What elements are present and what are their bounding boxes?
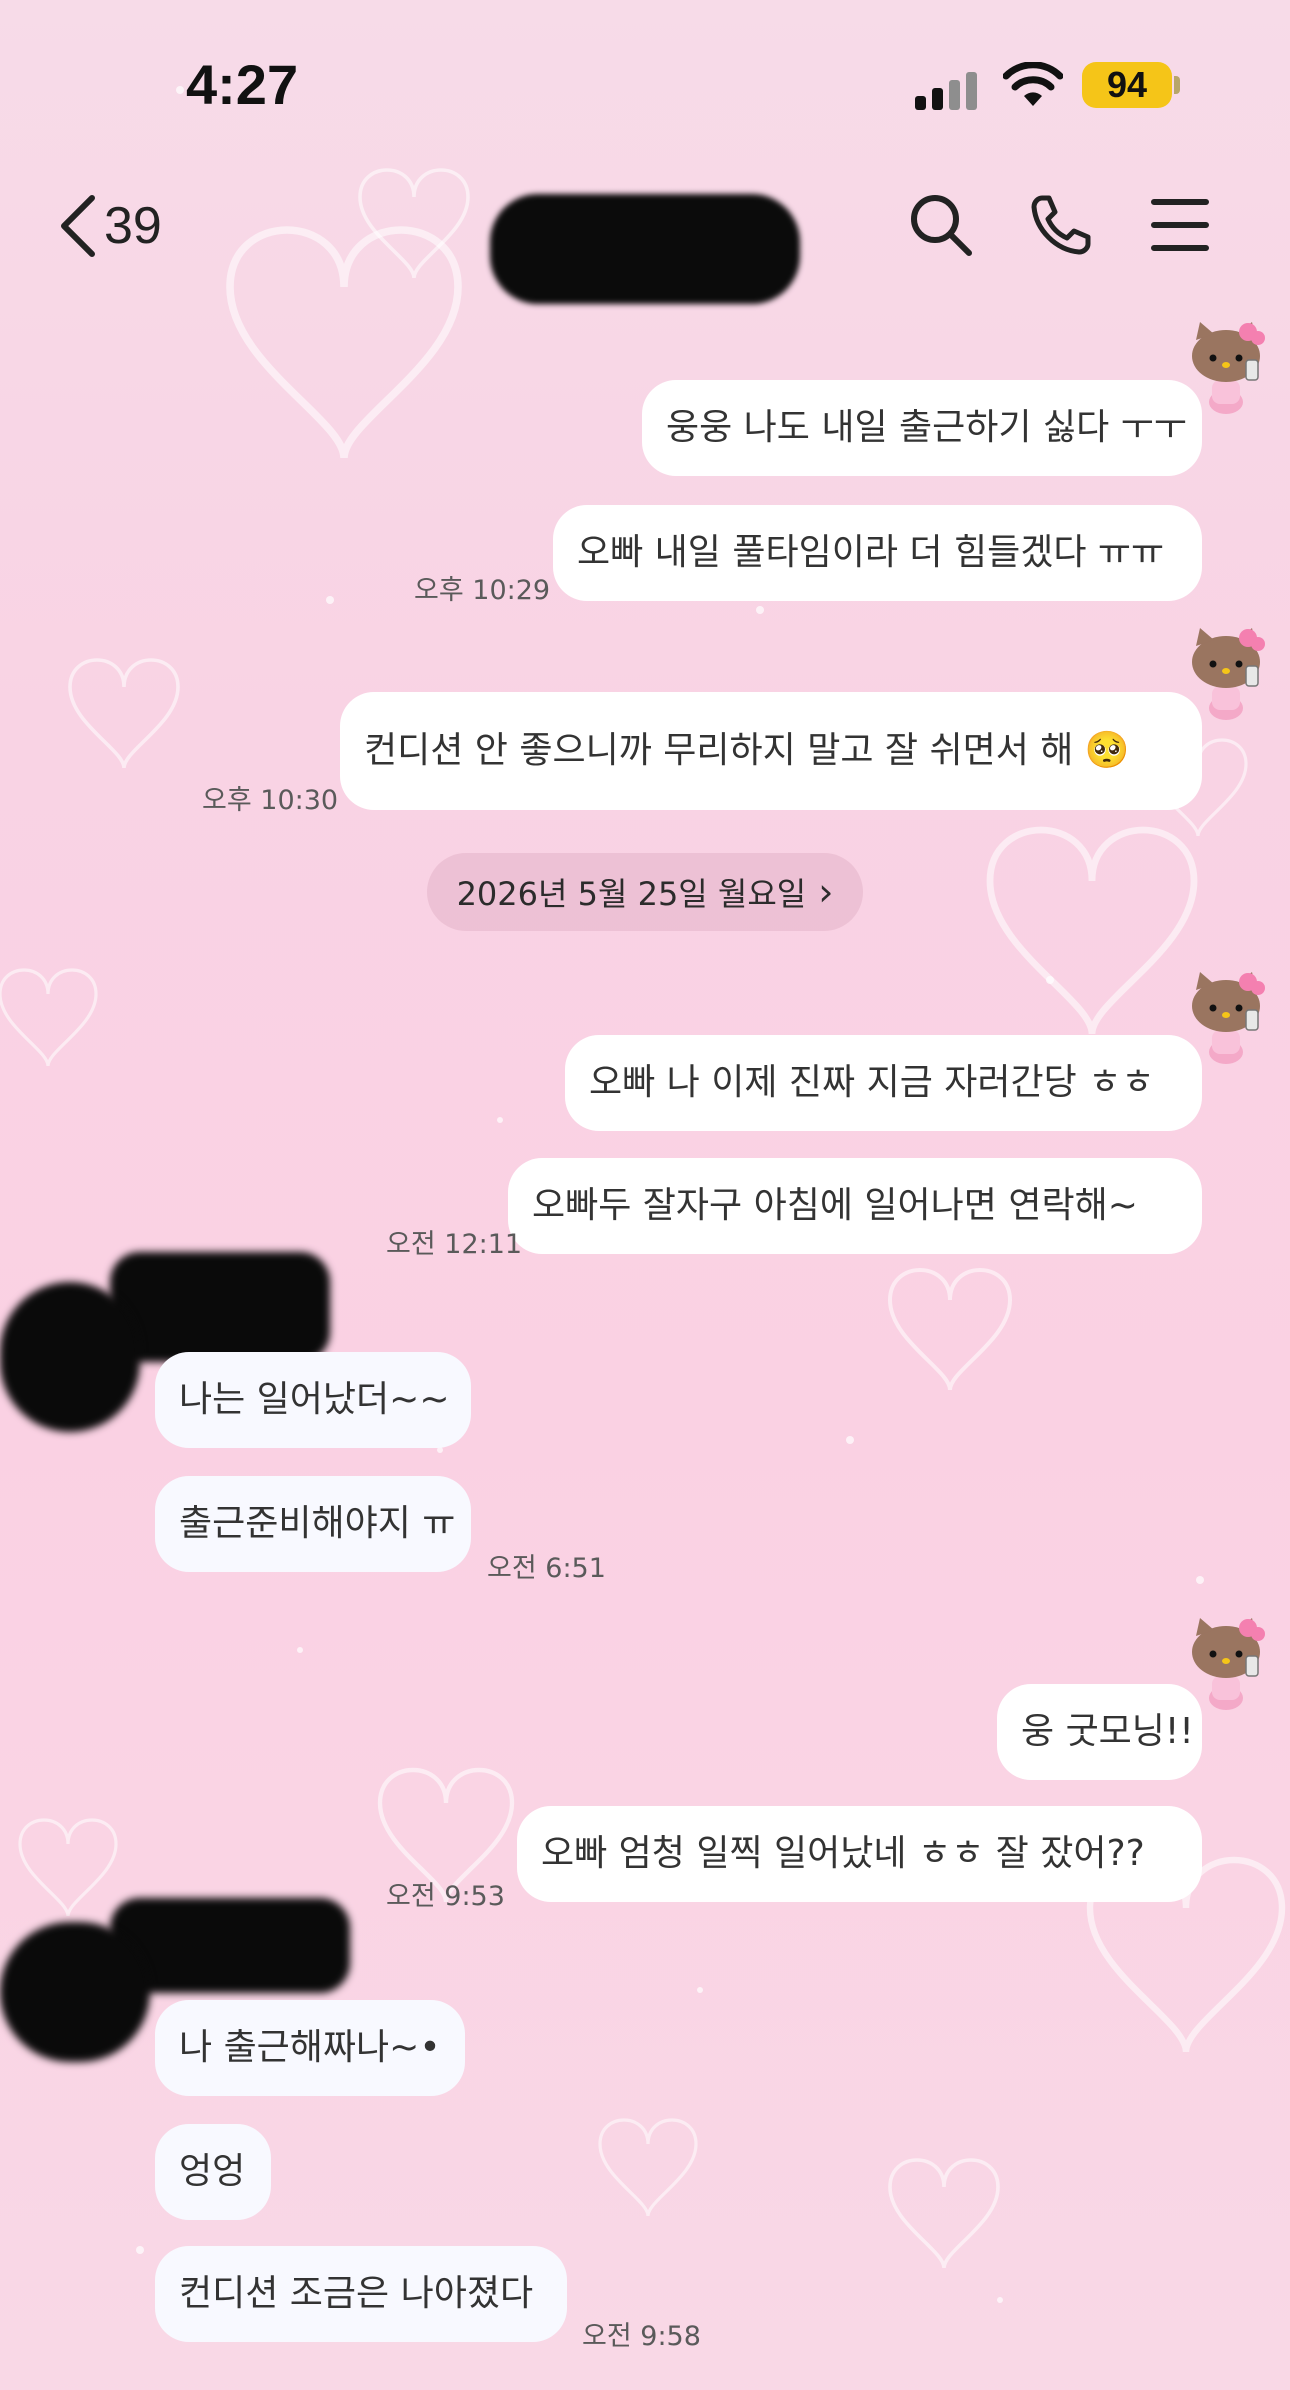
message-bubble-received[interactable]: 컨디션 조금은 나아졌다 — [155, 2246, 567, 2342]
message-time: 오전 9:58 — [582, 2321, 701, 2352]
status-time: 4:27 — [186, 53, 299, 116]
message-bubble-sent[interactable]: 오빠 내일 풀타임이라 더 힘들겠다 ㅠㅠ — [553, 505, 1202, 601]
avatar-hello-kitty-icon[interactable] — [1186, 624, 1266, 720]
phone-icon[interactable] — [1028, 192, 1094, 258]
chevron-left-icon — [61, 195, 95, 257]
menu-icon[interactable] — [1150, 192, 1210, 258]
chat-header: 39 — [0, 170, 1290, 304]
battery-level: 94 — [1106, 64, 1148, 105]
message-text: 오빠 엄청 일찍 일어났네 ㅎㅎ 잘 잤어?? — [541, 1833, 1145, 1874]
message-text: 오빠두 잘자구 아침에 일어나면 연락해~ — [532, 1185, 1138, 1226]
message-time: 오후 10:30 — [202, 785, 339, 816]
message-bubble-received[interactable]: 나는 일어났더~~ — [155, 1352, 471, 1448]
date-divider-label: 2026년 5월 25일 월요일 — [456, 875, 807, 913]
message-time: 오후 10:29 — [414, 575, 551, 606]
message-text: 엉엉 — [179, 2151, 246, 2192]
message-time: 오전 9:53 — [386, 1881, 505, 1912]
battery-indicator: 94 — [1082, 62, 1172, 108]
message-bubble-received[interactable]: 나 출근해짜나~• — [155, 2000, 465, 2096]
avatar-hello-kitty-icon[interactable] — [1186, 1614, 1266, 1710]
search-icon[interactable] — [908, 192, 974, 258]
avatar-hello-kitty-icon[interactable] — [1186, 968, 1266, 1064]
message-text: 웅 굿모닝!! — [1021, 1711, 1194, 1752]
unread-count: 39 — [104, 197, 162, 255]
message-text: 오빠 내일 풀타임이라 더 힘들겠다 ㅠㅠ — [577, 532, 1165, 573]
message-bubble-sent[interactable]: 컨디션 안 좋으니까 무리하지 말고 잘 쉬면서 해 🥺 — [340, 692, 1202, 810]
message-text: 컨디션 안 좋으니까 무리하지 말고 잘 쉬면서 해 🥺 — [364, 730, 1130, 771]
message-text: 오빠 나 이제 진짜 지금 자러간당 ㅎㅎ — [589, 1062, 1155, 1103]
message-text: 출근준비해야지 ㅠ — [179, 1503, 456, 1544]
message-time: 오전 12:11 — [386, 1229, 523, 1260]
battery-nub — [1174, 76, 1180, 94]
message-bubble-sent[interactable]: 웅웅 나도 내일 출근하기 싫다 ㅜㅜ — [642, 380, 1202, 476]
message-bubble-received[interactable]: 출근준비해야지 ㅠ — [155, 1476, 471, 1572]
date-divider[interactable]: 2026년 5월 25일 월요일 › — [427, 853, 863, 931]
message-bubble-sent[interactable]: 오빠 나 이제 진짜 지금 자러간당 ㅎㅎ — [565, 1035, 1202, 1131]
back-button[interactable]: 39 — [58, 194, 162, 258]
message-time: 오전 6:51 — [487, 1553, 606, 1584]
chevron-right-icon: › — [818, 870, 834, 914]
redacted-sender-name — [110, 1252, 330, 1362]
message-text: 나 출근해짜나~• — [179, 2027, 441, 2068]
redacted-chat-title — [490, 194, 800, 304]
message-bubble-sent[interactable]: 웅 굿모닝!! — [997, 1684, 1202, 1780]
message-text: 컨디션 조금은 나아졌다 — [179, 2273, 534, 2314]
redacted-sender-avatar[interactable] — [0, 1282, 140, 1432]
redacted-sender-avatar[interactable] — [0, 1922, 150, 2062]
message-bubble-received[interactable]: 엉엉 — [155, 2124, 271, 2220]
message-bubble-sent[interactable]: 오빠두 잘자구 아침에 일어나면 연락해~ — [508, 1158, 1202, 1254]
message-text: 나는 일어났더~~ — [179, 1379, 450, 1420]
message-bubble-sent[interactable]: 오빠 엄청 일찍 일어났네 ㅎㅎ 잘 잤어?? — [517, 1806, 1202, 1902]
signal-icon — [915, 72, 977, 110]
wifi-icon — [1003, 62, 1063, 106]
status-bar: 4:27 94 — [0, 0, 1290, 150]
message-text: 웅웅 나도 내일 출근하기 싫다 ㅜㅜ — [666, 407, 1187, 448]
